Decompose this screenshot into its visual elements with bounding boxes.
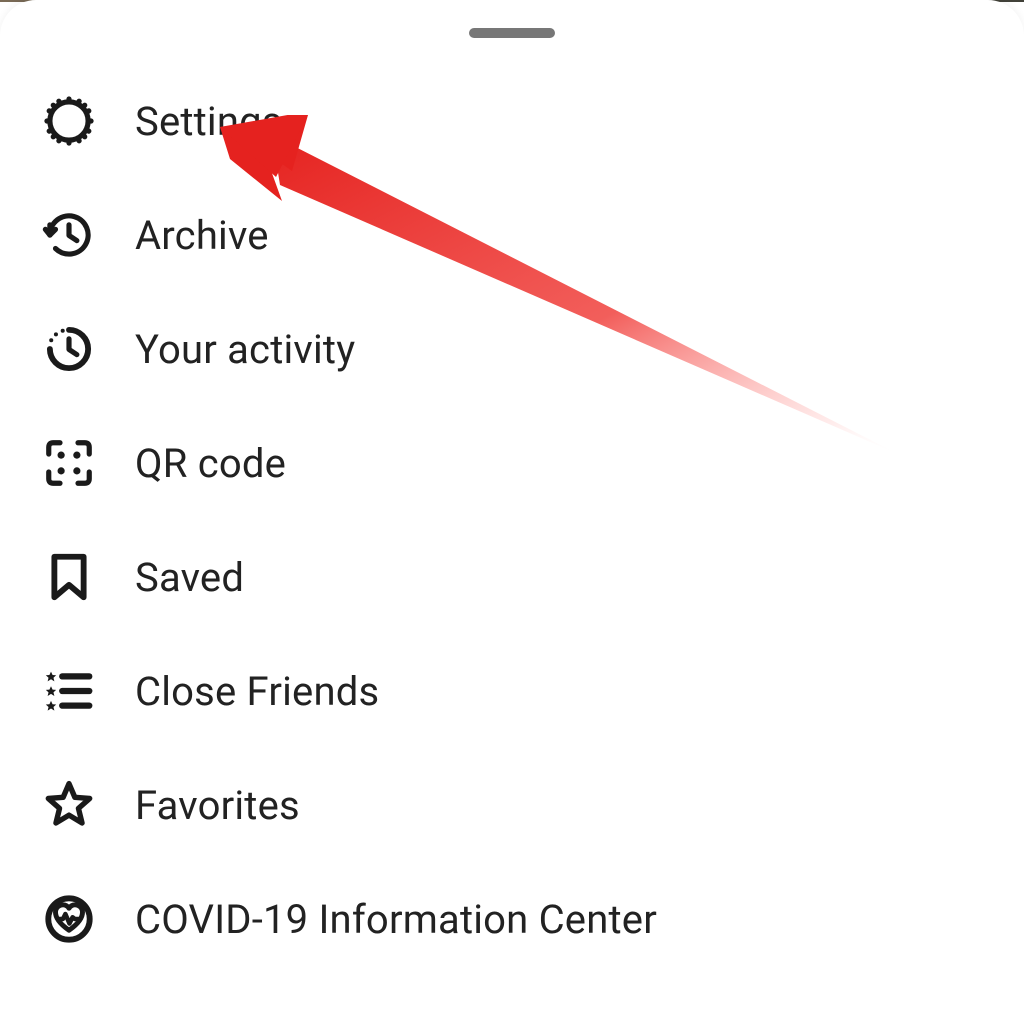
gear-icon [42, 94, 107, 148]
star-icon [42, 778, 107, 832]
menu-item-favorites[interactable]: Favorites [0, 748, 1024, 862]
menu-item-close-friends[interactable]: Close Friends [0, 634, 1024, 748]
bottom-sheet: Settings Archive [0, 0, 1024, 1012]
menu-item-saved[interactable]: Saved [0, 520, 1024, 634]
heart-badge-icon [42, 892, 107, 946]
menu-item-your-activity[interactable]: Your activity [0, 292, 1024, 406]
qrcode-icon [42, 436, 107, 490]
menu-item-label: Favorites [135, 782, 300, 829]
menu-item-settings[interactable]: Settings [0, 64, 1024, 178]
close-friends-list-icon [42, 664, 107, 718]
history-icon [42, 208, 107, 262]
menu-item-label: QR code [135, 440, 286, 487]
bookmark-icon [42, 550, 107, 604]
drag-handle[interactable] [469, 28, 555, 38]
menu-item-label: Settings [135, 98, 283, 145]
menu-item-label: COVID-19 Information Center [135, 896, 657, 943]
activity-icon [42, 322, 107, 376]
menu-list: Settings Archive [0, 64, 1024, 976]
menu-item-covid-info[interactable]: COVID-19 Information Center [0, 862, 1024, 976]
menu-item-qr-code[interactable]: QR code [0, 406, 1024, 520]
menu-item-label: Your activity [135, 326, 355, 373]
menu-item-archive[interactable]: Archive [0, 178, 1024, 292]
menu-item-label: Archive [135, 212, 269, 259]
menu-item-label: Close Friends [135, 668, 379, 715]
menu-item-label: Saved [135, 554, 244, 601]
